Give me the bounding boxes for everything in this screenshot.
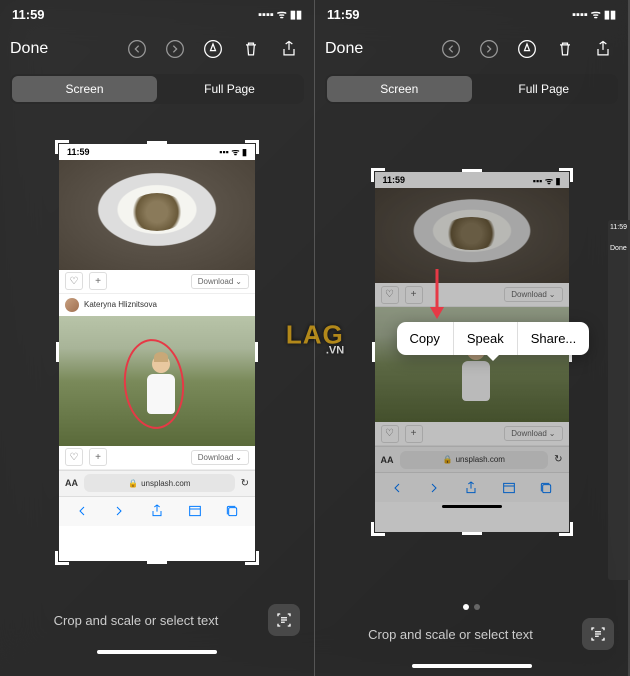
download-button[interactable]: Download⌄ (191, 274, 249, 289)
heart-icon[interactable]: ♡ (381, 286, 399, 304)
plus-icon[interactable]: + (89, 448, 107, 466)
screenshot-frame[interactable]: Copy Speak Share... 11:59 ▪▪▪ ᯤ ▮ ♡ + Do… (375, 172, 569, 532)
url-field[interactable]: 🔒unsplash.com (84, 474, 235, 492)
home-indicator[interactable] (97, 650, 217, 654)
aa-button[interactable]: AA (381, 455, 394, 465)
safari-tab-bar (375, 472, 569, 502)
page-indicator (463, 604, 480, 610)
plus-icon[interactable]: + (89, 272, 107, 290)
download-button[interactable]: Download⌄ (504, 287, 562, 302)
plus-icon[interactable]: + (405, 286, 423, 304)
heart-icon[interactable]: ♡ (65, 272, 83, 290)
side-preview: 11:59 Done (608, 220, 630, 580)
tab-screen[interactable]: Screen (12, 76, 157, 102)
text-select-button[interactable] (268, 604, 300, 636)
inner-status-bar: 11:59 ▪▪▪ ᯤ ▮ (59, 144, 255, 160)
text-select-button[interactable] (582, 618, 614, 650)
image-actions: ♡ + Download⌄ (375, 283, 569, 307)
hint-text: Crop and scale or select text (329, 627, 572, 642)
bookmarks-icon[interactable] (501, 480, 517, 496)
red-arrow-annotation (427, 267, 447, 327)
safari-address-bar: AA 🔒unsplash.com ↻ (59, 470, 255, 496)
back-icon[interactable] (389, 480, 405, 496)
share-icon[interactable] (274, 34, 304, 64)
heart-icon[interactable]: ♡ (65, 448, 83, 466)
author-row: Kateryna Hliznitsova (59, 294, 255, 316)
status-bar: 11:59 ▪▪▪▪ ᯤ ▮▮ (315, 0, 628, 28)
status-icons: ▪▪▪▪ ᯤ ▮▮ (258, 7, 302, 22)
status-bar: 11:59 ▪▪▪▪ ᯤ ▮▮ (0, 0, 314, 28)
plus-icon[interactable]: + (405, 425, 423, 443)
screenshot-frame[interactable]: 11:59 ▪▪▪ ᯤ ▮ ♡ + Download⌄ Kateryna Hli… (59, 144, 255, 561)
tabs-icon[interactable] (538, 480, 554, 496)
markup-icon[interactable] (512, 34, 542, 64)
bookmarks-icon[interactable] (187, 503, 203, 519)
editor-toolbar: Done (0, 28, 314, 70)
hint-text: Crop and scale or select text (14, 613, 258, 628)
image-actions: ♡ + Download⌄ (59, 270, 255, 294)
view-segmented-control[interactable]: Screen Full Page (325, 74, 618, 104)
forward-icon[interactable] (426, 480, 442, 496)
bottom-area: Crop and scale or select text (0, 596, 314, 676)
tab-fullpage[interactable]: Full Page (472, 76, 617, 102)
watermark: LAG .VN (286, 320, 344, 357)
heart-icon[interactable]: ♡ (381, 425, 399, 443)
avatar (65, 298, 79, 312)
back-icon[interactable] (74, 503, 90, 519)
refresh-icon[interactable]: ↻ (241, 478, 249, 489)
crop-handle-bottom[interactable] (462, 532, 482, 535)
trash-icon[interactable] (236, 34, 266, 64)
phone-left: 11:59 ▪▪▪▪ ᯤ ▮▮ Done Screen Full Page 11… (0, 0, 314, 676)
menu-speak[interactable]: Speak (453, 322, 517, 355)
redo-icon[interactable] (160, 34, 190, 64)
tab-fullpage[interactable]: Full Page (157, 76, 302, 102)
inner-status-bar: 11:59 ▪▪▪ ᯤ ▮ (375, 172, 569, 188)
author-name: Kateryna Hliznitsova (84, 300, 157, 309)
undo-icon[interactable] (436, 34, 466, 64)
status-time: 11:59 (327, 7, 360, 22)
context-menu: Copy Speak Share... (397, 322, 590, 355)
trash-icon[interactable] (550, 34, 580, 64)
share-icon[interactable] (149, 503, 165, 519)
share-icon[interactable] (463, 480, 479, 496)
status-icons: ▪▪▪▪ ᯤ ▮▮ (572, 7, 616, 22)
canvas-area[interactable]: 11:59 Done Copy Speak Share... 11:59 ▪ (315, 108, 628, 596)
crop-handle-bottom[interactable] (147, 561, 167, 564)
page-dot[interactable] (474, 604, 480, 610)
markup-icon[interactable] (198, 34, 228, 64)
done-button[interactable]: Done (10, 40, 114, 58)
refresh-icon[interactable]: ↻ (554, 454, 562, 465)
phone-right: 11:59 ▪▪▪▪ ᯤ ▮▮ Done Screen Full Page 11… (314, 0, 628, 676)
canvas-area[interactable]: 11:59 ▪▪▪ ᯤ ▮ ♡ + Download⌄ Kateryna Hli… (0, 108, 314, 596)
image-actions-2: ♡ + Download⌄ (59, 446, 255, 470)
crop-handle-right[interactable] (255, 342, 258, 362)
done-button[interactable]: Done (325, 40, 428, 58)
forward-icon[interactable] (111, 503, 127, 519)
page-dot[interactable] (463, 604, 469, 610)
food-image (59, 160, 255, 270)
image-actions-2: ♡ + Download⌄ (375, 422, 569, 446)
home-indicator[interactable] (412, 664, 532, 668)
download-button[interactable]: Download⌄ (504, 426, 562, 441)
safari-tab-bar (59, 496, 255, 526)
screenshot-content: 11:59 ▪▪▪ ᯤ ▮ ♡ + Download⌄ Kateryna Hli… (59, 144, 255, 561)
url-field[interactable]: 🔒unsplash.com (400, 451, 549, 469)
redo-icon[interactable] (474, 34, 504, 64)
download-button[interactable]: Download⌄ (191, 450, 249, 465)
view-segmented-control[interactable]: Screen Full Page (10, 74, 304, 104)
undo-icon[interactable] (122, 34, 152, 64)
tabs-icon[interactable] (224, 503, 240, 519)
tab-screen[interactable]: Screen (327, 76, 472, 102)
editor-toolbar: Done (315, 28, 628, 70)
status-time: 11:59 (12, 7, 45, 22)
menu-share[interactable]: Share... (517, 322, 590, 355)
child-image (59, 316, 255, 446)
safari-address-bar: AA 🔒unsplash.com ↻ (375, 446, 569, 472)
aa-button[interactable]: AA (65, 478, 78, 488)
share-icon[interactable] (588, 34, 618, 64)
bottom-area: Crop and scale or select text (315, 596, 628, 676)
food-image (375, 188, 569, 283)
